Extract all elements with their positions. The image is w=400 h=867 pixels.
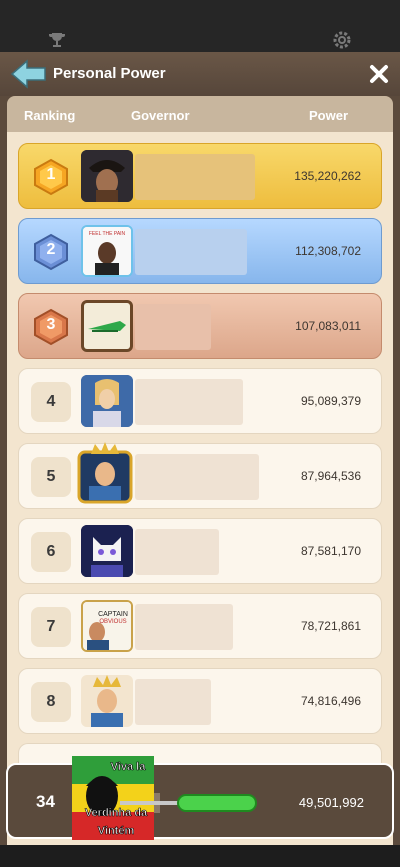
trophy-icon[interactable] (47, 30, 67, 50)
page-title: Personal Power (53, 65, 166, 82)
cartoon-cat-avatar-icon (81, 525, 133, 577)
governor-name-blurred (135, 679, 211, 725)
table-row[interactable]: 8 74,816,496 (18, 668, 382, 734)
bottom-bar (0, 845, 400, 867)
avatar[interactable] (81, 375, 133, 427)
avatar[interactable] (81, 300, 133, 352)
top-bar (0, 0, 400, 52)
power-value: 87,964,536 (300, 469, 361, 483)
rank-number: 3 (46, 316, 56, 333)
rank-number: 7 (31, 607, 71, 647)
power-value: 135,220,262 (294, 169, 361, 183)
table-row[interactable]: 4 95,089,379 (18, 368, 382, 434)
rank-number: 2 (46, 241, 56, 258)
svg-text:Viva la: Viva la (111, 761, 147, 773)
close-icon[interactable] (368, 63, 390, 85)
crocodile-avatar-icon (84, 303, 130, 349)
svg-text:Vintém: Vintém (98, 825, 135, 837)
pirate-avatar-icon (81, 150, 133, 202)
knight-avatar-icon (81, 375, 133, 427)
back-arrow-icon[interactable] (10, 58, 48, 90)
svg-text:CAPTAIN: CAPTAIN (98, 611, 128, 618)
avatar[interactable]: CAPTAIN OBVIOUS (81, 600, 133, 652)
governor-name-blurred (135, 604, 233, 650)
self-power-value: 49,501,992 (298, 795, 364, 810)
captain-avatar-icon: CAPTAIN OBVIOUS (83, 602, 131, 650)
rank-number: 8 (31, 682, 71, 722)
rank-number: 4 (31, 382, 71, 422)
king-avatar-icon (77, 442, 133, 504)
power-value: 95,089,379 (300, 394, 361, 408)
column-power: Power (309, 108, 349, 123)
svg-text:OBVIOUS: OBVIOUS (99, 619, 126, 625)
avatar[interactable] (81, 675, 133, 727)
governor-name-blurred (135, 379, 243, 425)
rank-number: 6 (31, 532, 71, 572)
column-governor: Governor (131, 108, 190, 123)
table-row[interactable]: 1 135,220,262 (18, 143, 382, 209)
screwdriver-icon (120, 794, 257, 812)
governor-name-blurred (135, 529, 219, 575)
table-row[interactable]: 6 87,581,170 (18, 518, 382, 584)
avatar[interactable]: FEEL THE PAIN (81, 225, 133, 277)
king-avatar-icon (91, 675, 123, 727)
person-avatar-icon: FEEL THE PAIN (83, 227, 131, 275)
governor-name-blurred (135, 454, 259, 500)
table-row[interactable]: 7 CAPTAIN OBVIOUS 78,721,861 (18, 593, 382, 659)
svg-text:FEEL THE PAIN: FEEL THE PAIN (89, 231, 126, 237)
self-rank-number: 34 (36, 792, 55, 811)
governor-name-blurred (135, 304, 211, 350)
power-value: 78,721,861 (300, 619, 361, 633)
avatar[interactable] (75, 442, 135, 506)
column-ranking: Ranking (24, 108, 76, 123)
avatar[interactable] (81, 525, 133, 577)
avatar[interactable] (81, 150, 133, 202)
power-value: 112,308,702 (295, 244, 361, 258)
governor-name-blurred (135, 229, 247, 275)
power-value: 107,083,011 (295, 319, 361, 333)
table-row[interactable]: 5 87,964,536 (18, 442, 382, 509)
power-value: 87,581,170 (300, 544, 361, 558)
power-value: 74,816,496 (300, 694, 361, 708)
governor-name-blurred (135, 154, 255, 200)
rank-number: 1 (46, 166, 56, 183)
table-row[interactable]: 3 107,083,011 (18, 293, 382, 359)
gear-icon[interactable] (332, 30, 352, 50)
self-rank-row[interactable]: 34 Viva la Verdinha da Vintém 49,501,992 (6, 756, 394, 840)
rank-number: 5 (31, 457, 71, 497)
table-row[interactable]: 2 FEEL THE PAIN 112,308,702 (18, 218, 382, 284)
panel-header: Personal Power (0, 52, 400, 96)
